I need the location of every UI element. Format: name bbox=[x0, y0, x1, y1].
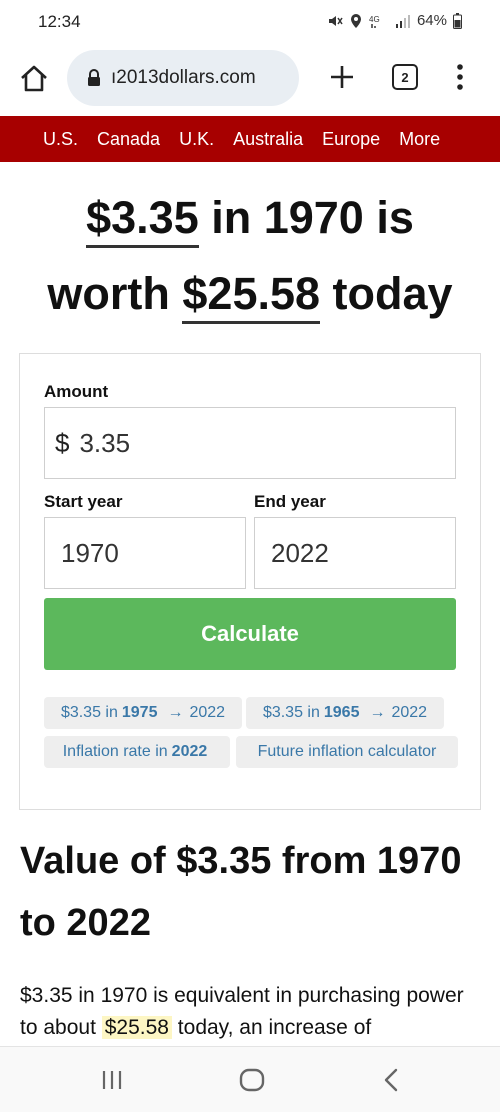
amount-label: Amount bbox=[44, 382, 109, 401]
amount-field[interactable]: $ bbox=[44, 407, 456, 479]
chip-1975-year: 1975 bbox=[121, 704, 158, 721]
mute-icon bbox=[328, 15, 343, 26]
signal-icon bbox=[395, 14, 410, 28]
article-text-highlight: $25.58 bbox=[101, 1016, 172, 1039]
headline-worth: worth bbox=[47, 268, 183, 319]
chip-1975-arrow: → bbox=[167, 704, 184, 721]
nav-link-more[interactable]: More bbox=[399, 129, 440, 150]
chip-1965-arrow: → bbox=[369, 704, 386, 721]
battery-icon bbox=[453, 12, 462, 29]
nav-link-canada[interactable]: Canada bbox=[97, 129, 160, 150]
chip-inflation-pre: Inflation rate in bbox=[62, 743, 168, 760]
recent-apps-icon[interactable] bbox=[99, 1067, 125, 1093]
chip-1965-post: 2022 bbox=[391, 704, 428, 721]
article-title: Value of $3.35 from 1970 to 2022 bbox=[20, 840, 462, 944]
chip-future-label: Future inflation calculator bbox=[257, 743, 437, 760]
currency-symbol: $ bbox=[55, 427, 70, 458]
nav-link-uk[interactable]: U.K. bbox=[179, 129, 214, 150]
network-4g-icon: 4G bbox=[369, 15, 380, 28]
inflation-calculator: Amount $ Start year End year Calculate $… bbox=[19, 353, 481, 810]
start-year-label: Start year bbox=[44, 492, 123, 511]
address-bar[interactable]: ı2013dollars.com bbox=[67, 50, 299, 106]
site-nav: U.S. Canada U.K. Australia Europe More bbox=[0, 116, 500, 162]
nav-link-us[interactable]: U.S. bbox=[43, 129, 78, 150]
chip-1975-pre: $3.35 in bbox=[60, 704, 118, 721]
system-navigation-bar bbox=[0, 1046, 500, 1112]
back-icon[interactable] bbox=[380, 1067, 404, 1093]
tab-count: 2 bbox=[401, 69, 409, 85]
chip-inflation-year: 2022 bbox=[171, 743, 208, 760]
nav-link-europe[interactable]: Europe bbox=[322, 129, 380, 150]
new-tab-plus-icon[interactable] bbox=[326, 61, 358, 93]
chip-1965-link[interactable]: $3.35 in 1965 → 2022 bbox=[246, 697, 444, 729]
tab-switcher-button[interactable]: 2 bbox=[392, 64, 418, 90]
lock-icon bbox=[88, 69, 100, 86]
calculate-button[interactable]: Calculate bbox=[44, 598, 456, 670]
location-icon bbox=[350, 13, 361, 28]
chip-1975-post: 2022 bbox=[189, 704, 226, 721]
status-icons: 4G 64% bbox=[327, 12, 462, 29]
home-icon[interactable] bbox=[18, 63, 50, 95]
end-year-input[interactable] bbox=[271, 537, 455, 569]
chip-future-calculator-link[interactable]: Future inflation calculator bbox=[236, 736, 458, 768]
start-year-input[interactable] bbox=[61, 537, 245, 569]
chip-1975-link[interactable]: $3.35 in 1975 → 2022 bbox=[44, 697, 242, 729]
end-year-label: End year bbox=[254, 492, 326, 511]
page-headline: $3.35 in 1970 is worth $25.58 today bbox=[0, 180, 500, 332]
article-text-post: today, an increase of bbox=[171, 1016, 372, 1039]
status-bar: 12:34 4G 64% bbox=[0, 0, 500, 46]
nav-link-australia[interactable]: Australia bbox=[233, 129, 303, 150]
start-year-field[interactable] bbox=[44, 517, 246, 589]
article-paragraph: $3.35 in 1970 is equivalent in purchasin… bbox=[20, 980, 480, 1044]
headline-amount: $3.35 bbox=[86, 192, 199, 248]
headline-tail: today bbox=[320, 268, 453, 319]
end-year-field[interactable] bbox=[254, 517, 456, 589]
home-button-icon[interactable] bbox=[238, 1067, 266, 1093]
battery-percent: 64% bbox=[416, 12, 447, 29]
more-options-icon[interactable] bbox=[450, 61, 470, 93]
browser-toolbar: ı2013dollars.com 2 bbox=[0, 46, 500, 116]
chip-1965-pre: $3.35 in bbox=[262, 704, 320, 721]
chip-1965-year: 1965 bbox=[323, 704, 360, 721]
chip-inflation-rate-link[interactable]: Inflation rate in 2022 bbox=[44, 736, 230, 768]
headline-mid: in 1970 is bbox=[198, 192, 414, 243]
headline-today-value: $25.58 bbox=[182, 268, 321, 324]
url-text: ı2013dollars.com bbox=[111, 67, 256, 88]
status-time: 12:34 bbox=[38, 12, 81, 31]
amount-input[interactable] bbox=[79, 427, 455, 459]
svg-text:4G: 4G bbox=[369, 15, 380, 24]
